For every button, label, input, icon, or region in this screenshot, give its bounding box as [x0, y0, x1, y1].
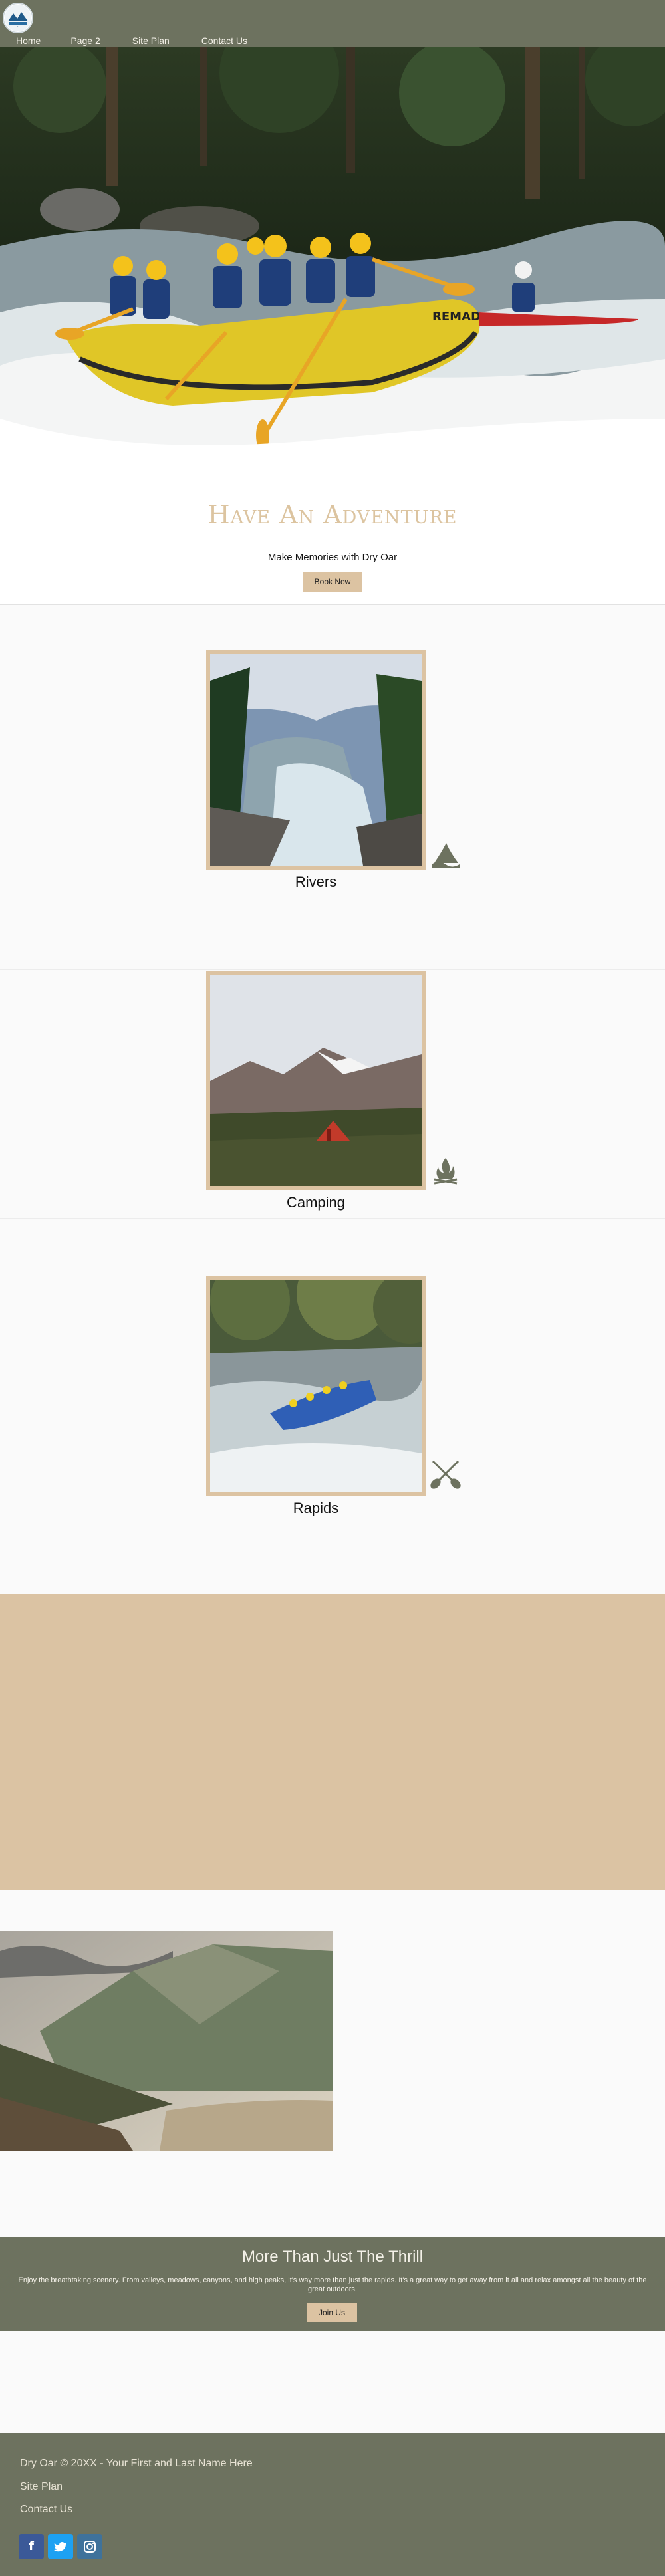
join-us-button[interactable]: Join Us	[307, 2303, 357, 2322]
crossed-paddles-icon	[430, 1460, 461, 1489]
section-divider	[0, 1218, 665, 1219]
rapids-photo	[210, 1280, 422, 1492]
raft-text: REMAD	[432, 310, 481, 324]
tan-band	[0, 1594, 665, 1890]
rapids-image	[206, 1276, 426, 1496]
facebook-button[interactable]: f	[19, 2534, 44, 2559]
hero-rafting-image: REMAD	[0, 47, 665, 459]
logo[interactable]: ~	[3, 3, 33, 33]
hero-subtitle: Make Memories with Dry Oar	[267, 552, 398, 563]
svg-text:~: ~	[16, 25, 19, 29]
nav-page-2[interactable]: Page 2	[70, 35, 100, 46]
twitter-button[interactable]	[48, 2534, 73, 2559]
camping-photo	[210, 975, 422, 1186]
campfire-icon	[434, 1158, 458, 1185]
main-nav: Home Page 2 Site Plan Contact Us	[16, 35, 247, 46]
nav-site-plan[interactable]: Site Plan	[132, 35, 170, 46]
footer-link-site-plan[interactable]: Site Plan	[20, 2481, 63, 2493]
section-divider	[0, 969, 665, 970]
hero-section: REMAD Have An Adventure Make Memories wi…	[0, 47, 665, 605]
thrill-text: Enjoy the breathtaking scenery. From val…	[18, 2276, 647, 2293]
feature-label-rapids: Rapids	[293, 1500, 339, 1516]
rivers-photo	[210, 654, 422, 866]
nav-contact-us[interactable]: Contact Us	[201, 35, 247, 46]
mountain-image	[0, 1931, 332, 2151]
site-header: ~ Home Page 2 Site Plan Contact Us	[0, 0, 665, 47]
twitter-icon	[54, 2542, 66, 2552]
feature-label-rivers: Rivers	[295, 874, 337, 890]
footer-link-contact-us[interactable]: Contact Us	[20, 2504, 72, 2516]
nav-home[interactable]: Home	[16, 35, 41, 46]
facebook-icon: f	[29, 2539, 34, 2553]
rivers-image	[206, 650, 426, 870]
book-now-button[interactable]: Book Now	[303, 572, 362, 592]
site-footer: Dry Oar © 20XX - Your First and Last Nam…	[0, 2433, 665, 2576]
thrill-title: More Than Just The Thrill	[241, 2248, 424, 2266]
feature-rivers: Rivers	[206, 650, 460, 890]
feature-camping: Camping	[206, 971, 458, 1211]
thrill-section: More Than Just The Thrill Enjoy the brea…	[0, 2237, 665, 2331]
instagram-icon	[84, 2541, 96, 2553]
wave-hat-icon	[432, 843, 460, 868]
instagram-button[interactable]	[77, 2534, 102, 2559]
footer-copyright: Dry Oar © 20XX - Your First and Last Nam…	[20, 2458, 253, 2469]
hero-title: Have An Adventure	[207, 500, 458, 529]
feature-rapids: Rapids	[206, 1276, 461, 1516]
camping-image	[206, 971, 426, 1190]
logo-icon: ~	[5, 5, 31, 31]
mountain-photo	[0, 1931, 332, 2151]
feature-label-camping: Camping	[286, 1194, 346, 1211]
